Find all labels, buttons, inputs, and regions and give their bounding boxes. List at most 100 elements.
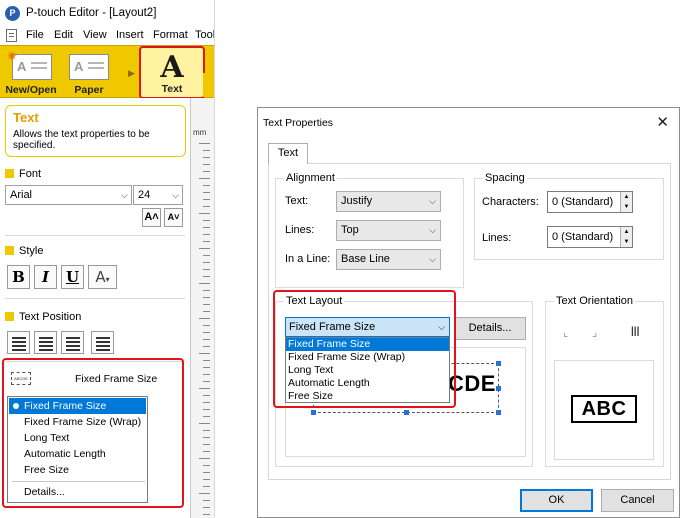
divider — [5, 235, 185, 236]
ruler-tick — [203, 360, 210, 361]
alignment-text-select[interactable]: Justify ⌵ — [336, 191, 441, 212]
align-left-button[interactable] — [7, 331, 30, 354]
info-title: Text — [13, 110, 39, 125]
font-family-select[interactable]: Arial ⌵ — [5, 185, 132, 205]
font-size-select[interactable]: 24 ⌵ — [133, 185, 183, 205]
ruler-tick — [203, 157, 210, 158]
menu-view[interactable]: View — [83, 29, 107, 41]
alignment-lines-select[interactable]: Top ⌵ — [336, 220, 441, 241]
spacing-lines-value: 0 (Standard) — [552, 231, 614, 243]
menu-edit[interactable]: Edit — [54, 29, 73, 41]
orientation-preview-text: ABC — [571, 395, 637, 423]
ruler-tick — [203, 262, 210, 263]
highlight-text-layout — [273, 290, 456, 408]
resize-handle — [496, 410, 501, 415]
ruler-tick — [203, 185, 210, 186]
menu-tool[interactable]: Tool — [195, 29, 214, 41]
label-sheet-icon: A — [12, 54, 52, 80]
text-properties-dialog: Text Properties ✕ Text Alignment Text: J… — [257, 107, 680, 518]
close-icon[interactable]: ✕ — [656, 113, 669, 131]
italic-button[interactable]: I — [34, 265, 57, 289]
ruler-tick — [199, 283, 210, 284]
justify-button[interactable] — [91, 331, 114, 354]
ruler-tick — [203, 269, 210, 270]
spacing-group-title: Spacing — [483, 172, 527, 184]
window-title: P-touch Editor - [Layout2] — [26, 7, 157, 19]
decrease-font-size-button[interactable]: A˅ — [164, 208, 183, 227]
alignment-lines-value: Top — [341, 224, 359, 236]
ruler-tick — [199, 178, 210, 179]
chevron-down-icon: ⌵ — [172, 190, 179, 200]
align-right-icon — [66, 337, 80, 339]
ruler-unit-label: mm — [193, 128, 207, 137]
bold-button[interactable]: B — [7, 265, 30, 289]
menu-format[interactable]: Format — [153, 29, 188, 41]
chevron-down-icon: ⌵ — [429, 225, 436, 235]
increase-font-size-button[interactable]: A˄ — [142, 208, 161, 227]
chevron-down-icon: ⌵ — [429, 196, 436, 206]
spacing-lines-label: Lines: — [482, 232, 512, 244]
divider — [5, 298, 185, 299]
ruler-tick — [203, 451, 210, 452]
ruler-tick — [203, 395, 210, 396]
orientation-rotated-icon[interactable]: ⌟ — [592, 326, 606, 340]
alignment-in-a-line-select[interactable]: Base Line ⌵ — [336, 249, 441, 270]
ruler-tick — [203, 374, 210, 375]
orientation-horizontal-icon[interactable]: ⌞ — [563, 326, 577, 340]
ruler-tick — [199, 248, 210, 249]
ruler-tick — [203, 234, 210, 235]
chevron-down-icon: ⌵ — [121, 190, 128, 200]
spacing-characters-label: Characters: — [482, 196, 539, 208]
align-center-button[interactable] — [34, 331, 57, 354]
new-open-button[interactable]: A ✷ New/Open — [0, 46, 62, 99]
orientation-vertical-icon[interactable]: ||| — [631, 326, 645, 340]
ruler-tick — [203, 409, 210, 410]
section-marker — [5, 246, 14, 255]
alignment-group-title: Alignment — [284, 172, 337, 184]
paper-button[interactable]: A Paper — [64, 46, 114, 99]
text-position-section-label: Text Position — [19, 311, 82, 323]
menu-insert[interactable]: Insert — [116, 29, 144, 41]
menu-bar: File Edit View Insert Format Tool — [0, 26, 214, 45]
info-description: Allows the text properties to be specifi… — [13, 129, 150, 151]
resize-handle — [311, 410, 316, 415]
ruler-tick — [203, 290, 210, 291]
side-panel-tab[interactable] — [203, 73, 214, 97]
ruler-tick — [203, 430, 210, 431]
ok-button[interactable]: OK — [520, 489, 593, 512]
text-effects-icon: A — [95, 268, 106, 286]
ruler-tick — [203, 304, 210, 305]
align-right-button[interactable] — [61, 331, 84, 354]
spinner-arrows-icon[interactable]: ▲ ▼ — [620, 227, 632, 247]
ruler-tick — [203, 171, 210, 172]
ruler-tick — [199, 423, 210, 424]
style-section-label: Style — [19, 245, 44, 257]
tab-text[interactable]: Text — [268, 143, 308, 164]
ruler-tick — [203, 444, 210, 445]
menu-file[interactable]: File — [26, 29, 44, 41]
ruler-tick — [203, 507, 210, 508]
ruler-tick — [203, 514, 210, 515]
text-effects-button[interactable]: A▾ — [88, 265, 117, 289]
paper-icon: A — [69, 54, 109, 80]
spacing-lines-spinner[interactable]: 0 (Standard) ▲ ▼ — [547, 226, 633, 248]
align-left-icon — [12, 337, 26, 339]
ruler-tick — [199, 143, 210, 144]
details-button[interactable]: Details... — [454, 317, 526, 340]
ruler-tick — [203, 164, 210, 165]
highlight-frame-size-dropdown — [2, 358, 184, 508]
ruler-tick — [203, 346, 210, 347]
cancel-button[interactable]: Cancel — [601, 489, 674, 512]
ruler-tick — [203, 465, 210, 466]
alignment-in-a-line-value: Base Line — [341, 253, 390, 265]
section-marker — [5, 312, 14, 321]
document-icon[interactable] — [6, 29, 17, 42]
highlight-text-button — [139, 46, 205, 99]
align-center-icon — [39, 337, 53, 339]
section-marker — [5, 169, 14, 178]
spinner-arrows-icon[interactable]: ▲ ▼ — [620, 192, 632, 212]
spacing-characters-spinner[interactable]: 0 (Standard) ▲ ▼ — [547, 191, 633, 213]
underline-button[interactable]: U — [61, 265, 84, 289]
dialog-title: Text Properties — [263, 117, 334, 129]
ruler-tick — [199, 353, 210, 354]
